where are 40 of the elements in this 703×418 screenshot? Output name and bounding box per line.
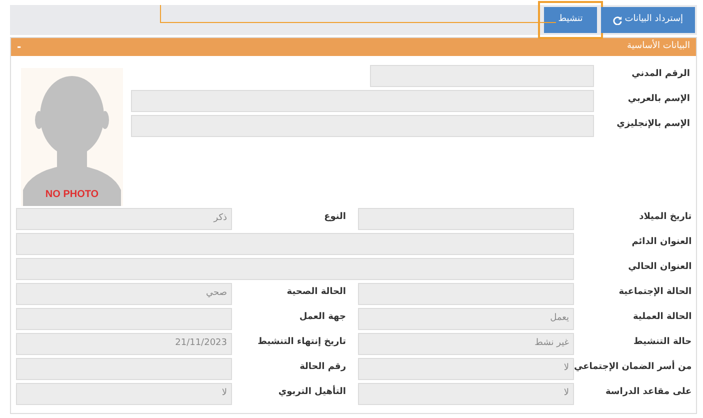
action-button[interactable]: تنشيط <box>544 7 597 33</box>
input-field[interactable]: لا <box>358 358 574 380</box>
photo-caption: NO PHOTO <box>44 188 100 202</box>
input-field[interactable]: يعمل <box>358 308 574 330</box>
input-field[interactable] <box>16 308 232 330</box>
field-label: الرقم المدني <box>630 68 690 81</box>
field-label: الإسم بالإنجليزي <box>616 118 690 131</box>
action-button[interactable]: إسترداد البيانات <box>600 7 695 33</box>
field-label: العنوان الدائم <box>630 236 692 249</box>
refresh-icon <box>612 16 622 24</box>
field-label: التأهيل التربوي <box>277 384 347 399</box>
field-label: على مقاعد الدراسة <box>604 386 692 399</box>
field-label: من أسر الضمان الإجتماعي <box>574 359 692 374</box>
field-label: تاريخ الميلاد <box>638 211 692 224</box>
input-field[interactable] <box>358 208 574 230</box>
input-field[interactable] <box>370 65 594 87</box>
field-label: الحالة الصحية <box>286 286 347 299</box>
field-label: جهة العمل <box>298 311 347 324</box>
field-label: تاريخ إنتهاء التنشيط <box>256 336 347 349</box>
input-field[interactable] <box>16 258 574 280</box>
input-field[interactable]: لا <box>358 383 574 405</box>
input-field[interactable]: ذكر <box>16 208 232 230</box>
input-field[interactable]: 21/11/2023 <box>16 333 232 355</box>
section-title: البيانات الأساسية <box>627 40 690 54</box>
field-label: حالة التنشيط <box>632 336 692 349</box>
field-label: رقم الحالة <box>298 361 347 374</box>
input-field[interactable] <box>16 358 232 380</box>
field-label: الإسم بالعربي <box>626 93 690 106</box>
input-field[interactable] <box>358 283 574 305</box>
input-field[interactable]: صحي <box>16 283 232 305</box>
input-field[interactable] <box>16 233 574 255</box>
field-label: الحالة العملية <box>632 311 692 324</box>
field-label: العنوان الحالي <box>627 261 692 274</box>
field-label: النوع <box>323 211 347 224</box>
input-field[interactable]: غير نشط <box>358 333 574 355</box>
field-label: الحالة الإجتماعية <box>618 286 692 299</box>
input-field[interactable] <box>131 115 594 137</box>
input-field[interactable]: لا <box>16 383 232 405</box>
input-field[interactable] <box>131 90 594 112</box>
collapse-toggle[interactable]: - <box>17 40 22 54</box>
